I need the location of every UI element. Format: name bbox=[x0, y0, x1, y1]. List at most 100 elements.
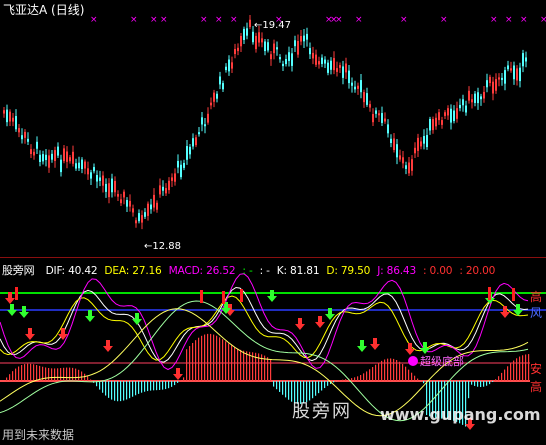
macd-bar bbox=[216, 335, 218, 381]
high-price-label: ←19.47 bbox=[254, 20, 292, 31]
macd-bar bbox=[240, 349, 242, 381]
candle-body bbox=[147, 203, 149, 216]
macd-bar bbox=[57, 368, 59, 381]
macd-bar bbox=[369, 369, 371, 381]
candle-body bbox=[405, 165, 407, 169]
candle-body bbox=[141, 215, 143, 223]
macd-bar bbox=[342, 379, 344, 381]
macd-bar bbox=[267, 357, 269, 381]
candle-body bbox=[84, 161, 86, 169]
candle-body bbox=[246, 28, 248, 36]
candle-body bbox=[498, 77, 500, 80]
macd-bar bbox=[249, 351, 251, 381]
candle-body bbox=[207, 113, 209, 123]
candle-body bbox=[402, 157, 404, 164]
candle-body bbox=[234, 48, 236, 55]
cross-marker: × bbox=[505, 15, 513, 25]
panel-divider bbox=[0, 257, 546, 258]
candle-body bbox=[243, 28, 245, 40]
indicator-value: D: 79.50 bbox=[326, 265, 371, 277]
buy-arrow-icon bbox=[173, 368, 183, 380]
macd-bar bbox=[504, 369, 506, 381]
candle-body bbox=[36, 141, 38, 149]
candle-body bbox=[381, 113, 383, 123]
macd-bar bbox=[276, 381, 278, 390]
macd-bar bbox=[372, 367, 374, 381]
cross-marker: × bbox=[355, 15, 363, 25]
macd-bar bbox=[513, 360, 515, 381]
candle-body bbox=[399, 155, 401, 160]
macd-bar bbox=[219, 337, 221, 381]
indicator-value: : 0.00 bbox=[423, 265, 453, 277]
macd-bar bbox=[486, 381, 488, 386]
candle-body bbox=[120, 199, 122, 204]
macd-bar bbox=[360, 375, 362, 381]
candle-body bbox=[438, 112, 440, 121]
candle-body bbox=[369, 104, 371, 108]
candle-body bbox=[327, 62, 329, 73]
macd-bar bbox=[507, 366, 509, 381]
candle-body bbox=[453, 110, 455, 122]
macd-bar bbox=[318, 381, 320, 394]
macd-bar bbox=[12, 371, 14, 381]
macd-bar bbox=[273, 381, 275, 387]
candle-body bbox=[255, 35, 257, 50]
macd-bar bbox=[54, 368, 56, 381]
macd-bar bbox=[333, 381, 335, 383]
signal-bar bbox=[222, 291, 225, 304]
cross-marker: × bbox=[160, 15, 168, 25]
macd-bar bbox=[150, 381, 152, 391]
macd-bar bbox=[48, 368, 50, 381]
candle-body bbox=[237, 47, 239, 52]
candle-body bbox=[150, 204, 152, 210]
macd-bar bbox=[201, 335, 203, 381]
candle-body bbox=[495, 79, 497, 91]
macd-bar bbox=[105, 381, 107, 396]
macd-bar bbox=[303, 381, 305, 404]
macd-bar bbox=[393, 358, 395, 381]
buy-arrow-icon bbox=[370, 338, 380, 350]
candle-body bbox=[408, 162, 410, 174]
macd-bar bbox=[120, 381, 122, 402]
macd-bar bbox=[387, 358, 389, 381]
candle-body bbox=[51, 153, 53, 160]
low-price-value: 12.88 bbox=[152, 241, 182, 252]
candle-body bbox=[483, 91, 485, 99]
low-price-label: ←12.88 bbox=[144, 241, 182, 252]
macd-bar bbox=[69, 367, 71, 381]
macd-bar bbox=[405, 366, 407, 381]
candle-body bbox=[351, 82, 353, 86]
buy-arrow-icon bbox=[295, 318, 305, 330]
candle-body bbox=[57, 146, 59, 156]
sell-arrow-icon bbox=[420, 342, 430, 354]
macd-bar bbox=[312, 381, 314, 399]
indicator-value: DEA: 27.16 bbox=[104, 265, 162, 277]
macd-bar bbox=[30, 363, 32, 381]
macd-bar bbox=[315, 381, 317, 396]
candle-body bbox=[183, 162, 185, 168]
macd-bar bbox=[168, 381, 170, 389]
candle-body bbox=[516, 68, 518, 81]
candle-body bbox=[264, 41, 266, 52]
candle-body bbox=[333, 58, 335, 71]
candle-body bbox=[231, 62, 233, 69]
candle-body bbox=[87, 168, 89, 175]
macd-bar bbox=[354, 377, 356, 381]
macd-bar bbox=[357, 376, 359, 381]
candle-body bbox=[372, 114, 374, 123]
macd-bar bbox=[174, 381, 176, 386]
label-gao-top: 高 bbox=[530, 290, 543, 304]
candle-body bbox=[78, 162, 80, 169]
macd-bar bbox=[414, 375, 416, 381]
candle-body bbox=[63, 148, 65, 162]
candle-body bbox=[486, 80, 488, 88]
indicator-value: J: 86.43 bbox=[377, 265, 417, 277]
candle-body bbox=[225, 66, 227, 71]
candle-body bbox=[258, 32, 260, 43]
macd-bar bbox=[192, 342, 194, 381]
buy-arrow-icon bbox=[25, 328, 35, 340]
cross-marker: × bbox=[540, 15, 546, 25]
candle-body bbox=[21, 135, 23, 140]
candle-body bbox=[375, 110, 377, 114]
macd-bar bbox=[246, 351, 248, 381]
